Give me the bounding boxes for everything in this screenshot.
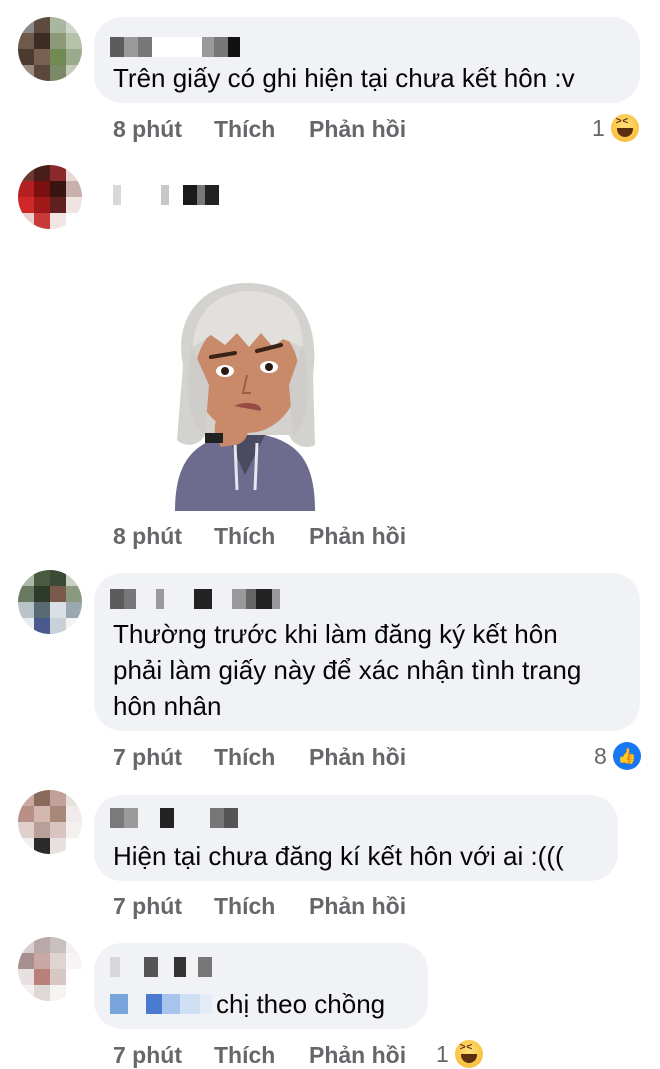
like-icon: 👍 <box>612 742 641 770</box>
comment-actions: 8 phút Thích Phản hồi <box>113 523 406 550</box>
like-button[interactable]: Thích <box>214 523 309 550</box>
reaction-summary[interactable]: 8 👍 <box>594 742 641 770</box>
reply-button[interactable]: Phản hồi <box>309 744 406 771</box>
like-button[interactable]: Thích <box>214 116 309 143</box>
commenter-avatar[interactable] <box>18 570 82 634</box>
like-button[interactable]: Thích <box>214 1042 309 1069</box>
comment-actions: 8 phút Thích Phản hồi <box>113 116 406 143</box>
thinking-avatar-sticker <box>175 283 315 511</box>
like-button[interactable]: Thích <box>214 744 309 771</box>
comment-actions: 7 phút Thích Phản hồi <box>113 893 406 920</box>
commenter-name-blurred[interactable] <box>113 185 219 205</box>
reply-button[interactable]: Phản hồi <box>309 1042 406 1069</box>
reply-button[interactable]: Phản hồi <box>309 893 406 920</box>
commenter-name-blurred[interactable] <box>110 808 238 828</box>
haha-icon <box>610 114 639 142</box>
reaction-count: 1 <box>436 1040 449 1067</box>
comment-time[interactable]: 7 phút <box>113 893 214 920</box>
comment-time[interactable]: 7 phút <box>113 744 214 771</box>
comment-time[interactable]: 8 phút <box>113 116 214 143</box>
reaction-count: 1 <box>592 114 605 141</box>
commenter-name-blurred[interactable] <box>110 37 240 57</box>
commenter-name-blurred[interactable] <box>110 589 280 609</box>
reply-button[interactable]: Phản hồi <box>309 116 406 143</box>
commenter-avatar[interactable] <box>18 937 82 1001</box>
commenter-avatar[interactable] <box>18 790 82 854</box>
comment-text: Hiện tại chưa đăng kí kết hôn với ai :((… <box>113 841 564 871</box>
like-button[interactable]: Thích <box>214 893 309 920</box>
comment-time[interactable]: 7 phút <box>113 1042 214 1069</box>
reaction-summary[interactable]: 1 <box>592 114 639 142</box>
commenter-text-blurred <box>110 994 212 1014</box>
comment-actions: 7 phút Thích Phản hồi <box>113 744 406 771</box>
commenter-avatar[interactable] <box>18 165 82 229</box>
comment-text: chị theo chồng <box>216 989 386 1019</box>
comment-text: Trên giấy có ghi hiện tại chưa kết hôn :… <box>113 63 575 93</box>
comment-time[interactable]: 8 phút <box>113 523 214 550</box>
commenter-avatar[interactable] <box>18 17 82 81</box>
comment-text-line-1: Thường trước khi làm đăng ký kết hôn <box>113 619 558 649</box>
comment-actions: 7 phút Thích Phản hồi <box>113 1042 406 1069</box>
reply-button[interactable]: Phản hồi <box>309 523 406 550</box>
comment-text-line-3: hôn nhân <box>113 691 222 721</box>
reaction-count: 8 <box>594 742 607 769</box>
comment-text-line-2: phải làm giấy này để xác nhận tình trang <box>113 655 582 685</box>
commenter-name-blurred[interactable] <box>110 957 212 977</box>
